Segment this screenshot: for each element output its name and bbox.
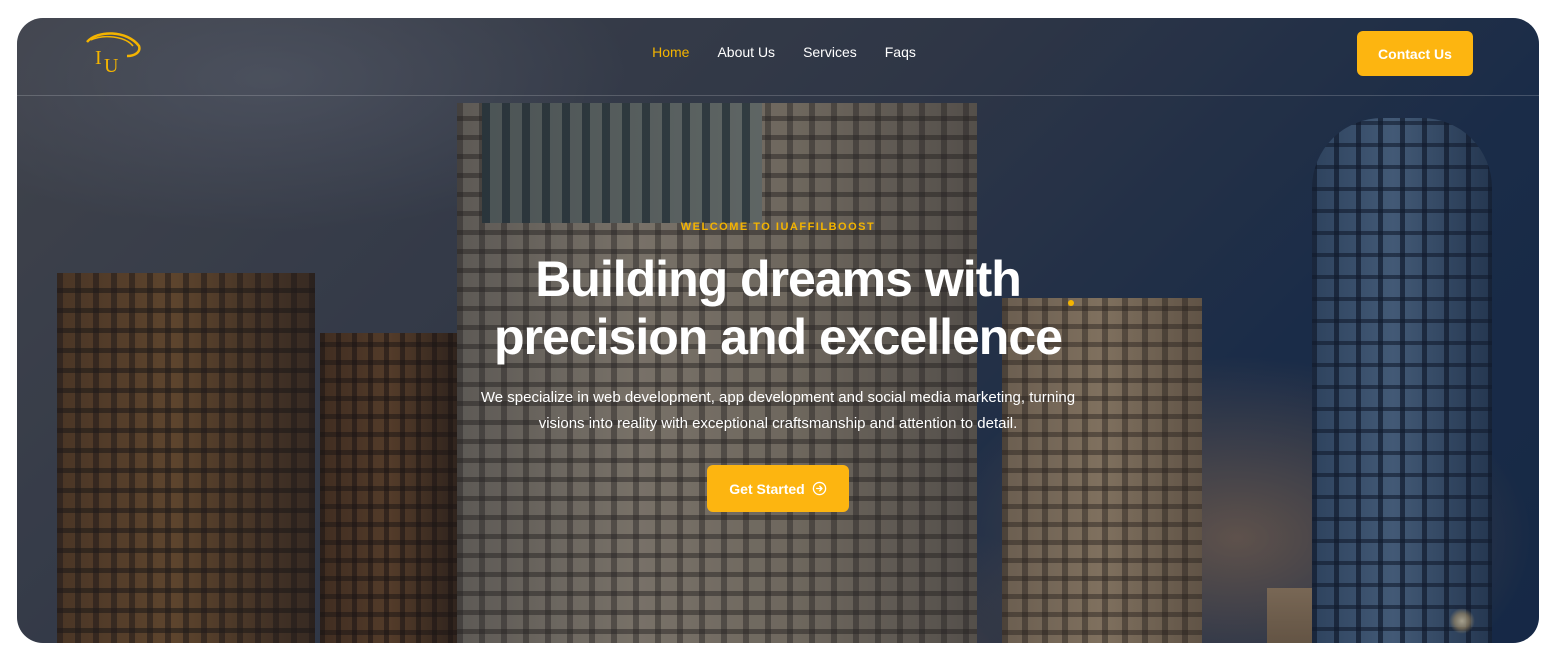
hero-description-line-1: We specialize in web development, app de… xyxy=(480,389,1076,406)
get-started-button[interactable]: Get Started xyxy=(707,465,849,512)
get-started-label: Get Started xyxy=(729,480,805,497)
arrow-circle-right-icon xyxy=(812,481,827,496)
decorative-dot xyxy=(1068,300,1074,306)
hero-eyebrow: WELCOME TO IUAFFILBOOST xyxy=(680,221,876,233)
hero-description-line-2: visions into reality with exceptional cr… xyxy=(538,415,1018,432)
hero-section: I U Home About Us Services Faqs Contact … xyxy=(17,18,1539,643)
hero-description: We specialize in web development, app de… xyxy=(437,385,1119,437)
hero-headline-line-2: precision and excellence xyxy=(494,309,1063,365)
hero-headline: Building dreams with precision and excel… xyxy=(17,250,1539,366)
hero-headline-line-1: Building dreams with xyxy=(535,251,1022,307)
hero-content: WELCOME TO IUAFFILBOOST Building dreams … xyxy=(17,18,1539,643)
